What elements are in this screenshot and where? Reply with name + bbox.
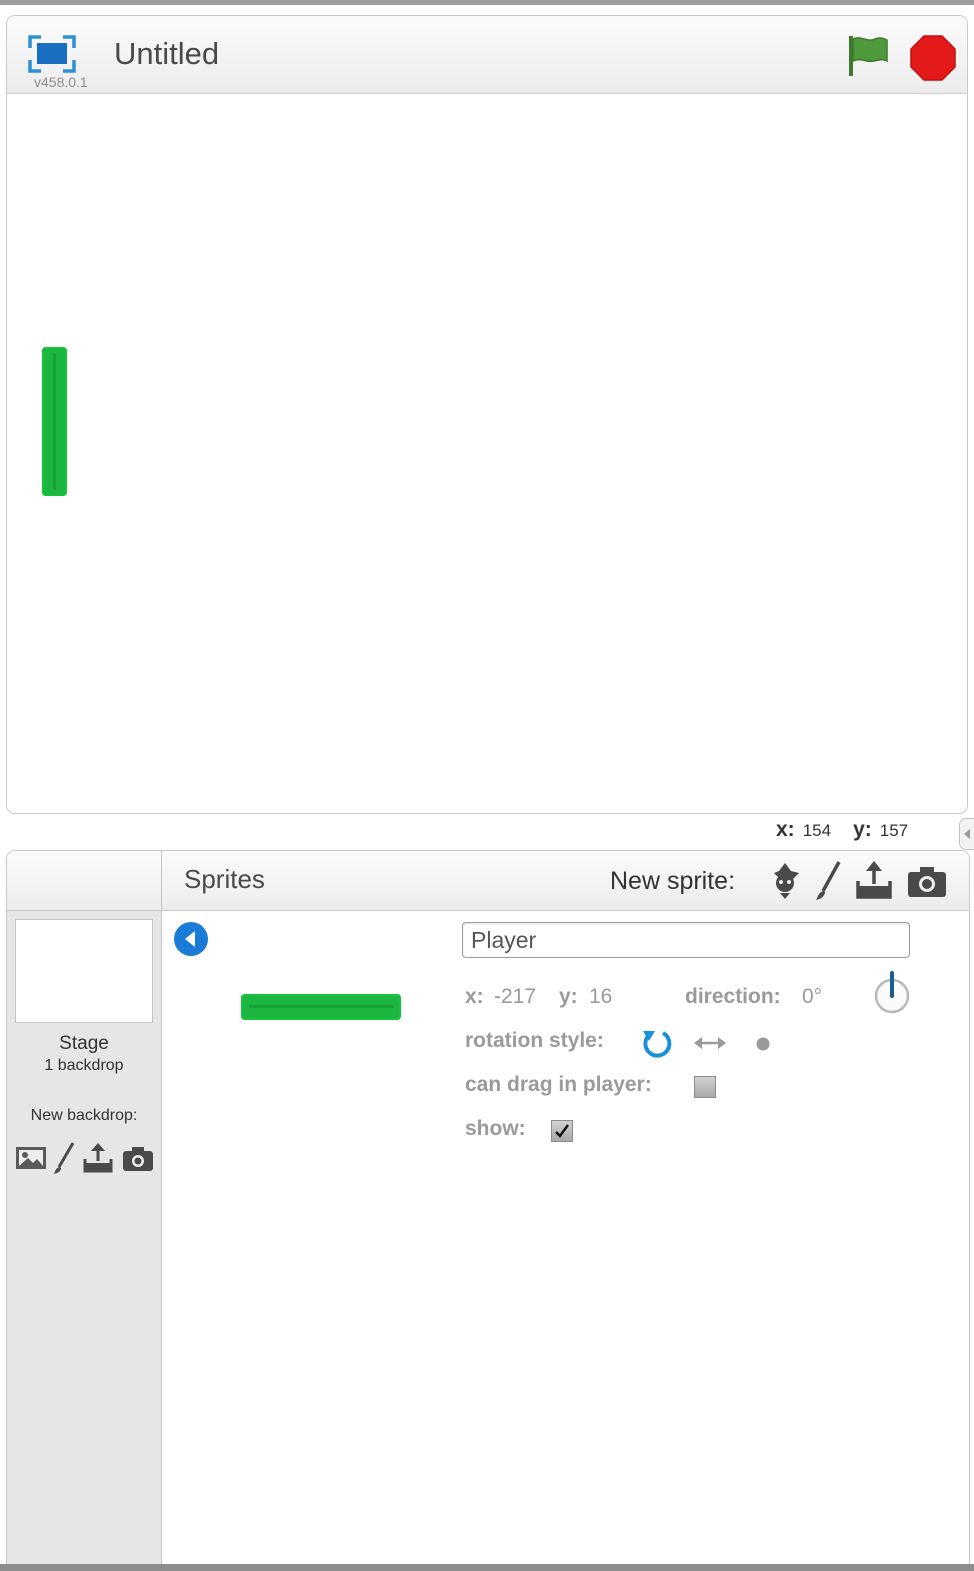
show-label: show: <box>465 1117 526 1140</box>
sprite-pane: Stage 1 backdrop New backdrop: Sprites N… <box>6 850 970 1568</box>
mouse-y-value: 157 <box>879 821 909 840</box>
upload-icon[interactable] <box>854 859 894 901</box>
window-top-border <box>0 0 974 5</box>
direction-label: direction: <box>685 985 781 1008</box>
dont-rotate-icon[interactable] <box>755 1036 771 1052</box>
paint-brush-icon[interactable] <box>814 859 842 901</box>
sprite-name-input[interactable] <box>462 922 910 958</box>
sprites-header: Sprites New sprite: <box>162 851 969 911</box>
collapse-stage-tab[interactable] <box>959 818 974 850</box>
stage-canvas[interactable] <box>7 94 967 813</box>
image-library-icon[interactable] <box>15 1141 47 1175</box>
mouse-coordinates: x: 154 y: 157 <box>776 818 930 842</box>
mouse-y-label: y: <box>853 818 872 841</box>
sprite-thumbnail <box>241 994 401 1020</box>
sprite-x-value: -217 <box>494 985 537 1008</box>
green-flag-icon[interactable] <box>845 33 891 79</box>
can-drag-label: can drag in player: <box>465 1073 652 1096</box>
left-right-icon[interactable] <box>693 1033 727 1053</box>
stage-header: Untitled v458.0.1 <box>7 16 967 94</box>
stage-thumbnail[interactable] <box>15 919 153 1023</box>
can-drag-checkbox[interactable] <box>694 1076 716 1098</box>
window-bottom-border <box>0 1564 974 1571</box>
sprite-library-icon[interactable] <box>766 859 804 901</box>
camera-icon[interactable] <box>906 859 948 901</box>
rotation-style-label: rotation style: <box>465 1029 604 1052</box>
rotate-all-around-icon[interactable] <box>639 1027 675 1059</box>
stop-sign-icon[interactable] <box>909 34 957 82</box>
stage-panel: Untitled v458.0.1 <box>6 15 968 814</box>
stage-column: Stage 1 backdrop New backdrop: <box>7 851 162 1567</box>
project-title: Untitled <box>114 36 220 71</box>
paint-brush-icon[interactable] <box>52 1141 76 1175</box>
mouse-x-label: x: <box>776 818 795 841</box>
sprites-title: Sprites <box>184 864 265 894</box>
sprite-y-value: 16 <box>589 985 613 1008</box>
new-sprite-label: New sprite: <box>610 867 736 895</box>
fullscreen-icon[interactable] <box>27 34 77 74</box>
checkmark-icon <box>555 1124 570 1138</box>
backdrop-count: 1 backdrop <box>44 1057 124 1074</box>
version-label: v458.0.1 <box>34 74 88 90</box>
stage-column-header <box>7 851 161 911</box>
mouse-x-value: 154 <box>802 821 832 840</box>
back-arrow-icon[interactable] <box>173 921 209 957</box>
upload-icon[interactable] <box>81 1141 115 1175</box>
direction-value: 0° <box>802 985 823 1008</box>
stage-label: Stage <box>59 1033 109 1054</box>
direction-dial-icon[interactable] <box>873 969 911 1015</box>
sprite-x-label: x: <box>465 985 484 1008</box>
sprite-y-label: y: <box>559 985 578 1008</box>
show-checkbox[interactable] <box>551 1120 573 1142</box>
new-backdrop-label: New backdrop: <box>30 1107 138 1124</box>
camera-icon[interactable] <box>121 1141 155 1175</box>
sprite-paddle[interactable] <box>42 347 67 496</box>
